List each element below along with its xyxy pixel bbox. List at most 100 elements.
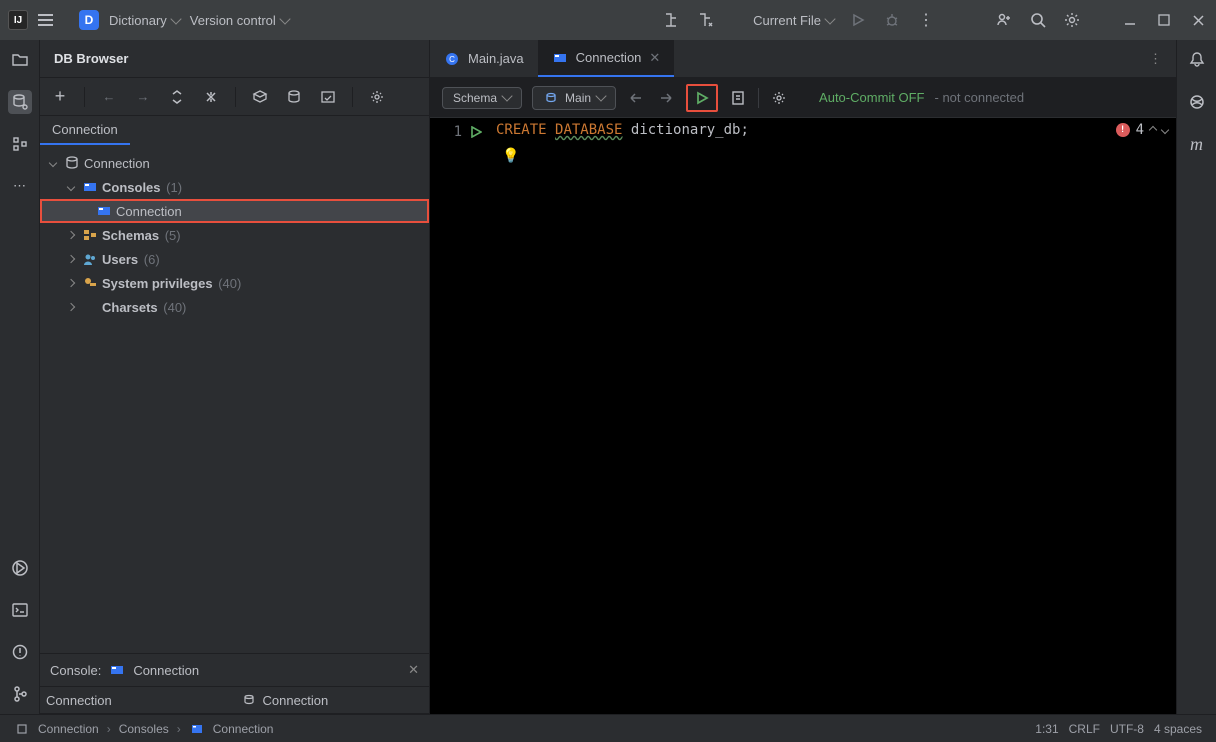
tabs-more-button[interactable]: ⋮ [1135,40,1176,77]
tree-root-label: Connection [84,156,150,171]
more-actions-button[interactable]: ⋮ [916,10,936,30]
tree-consoles-count: (1) [166,180,182,195]
explain-plan-icon[interactable] [728,88,748,108]
error-icon: ! [1116,123,1130,137]
add-button[interactable]: + [50,87,70,107]
problems-tool-icon[interactable] [8,640,32,664]
tree-sysprivs-count: (40) [218,276,241,291]
tree-charsets[interactable]: Charsets (40) [40,295,429,319]
chevron-down-icon [279,13,290,24]
tx-rollback-icon[interactable] [656,88,676,108]
run-config-label: Current File [753,13,821,28]
tree-users-count: (6) [144,252,160,267]
line-separator[interactable]: CRLF [1069,722,1100,736]
tree-users-label: Users [102,252,138,267]
minimize-window-icon[interactable] [1120,10,1140,30]
maximize-window-icon[interactable] [1154,10,1174,30]
structure-tool-icon[interactable] [8,132,32,156]
tree-schemas[interactable]: Schemas (5) [40,223,429,247]
code-with-me-icon[interactable] [994,10,1014,30]
collapse-all-button[interactable] [201,87,221,107]
db-browser-tool-icon[interactable] [8,90,32,114]
next-error-icon[interactable] [1161,126,1169,134]
data-view-icon[interactable] [284,87,304,107]
file-encoding[interactable]: UTF-8 [1110,722,1144,736]
run-config-dropdown[interactable]: Current File [753,13,834,28]
db-tab-connection[interactable]: Connection [40,116,130,145]
console-icon [189,721,205,737]
console-col2[interactable]: Connection [235,687,430,713]
cursor-position[interactable]: 1:31 [1035,722,1058,736]
tree-console-item-label: Connection [116,204,182,219]
semicolon: ; [740,122,748,138]
settings-icon[interactable] [1062,10,1082,30]
vcs-dropdown[interactable]: Version control [190,13,289,28]
line-number: 1 [454,124,462,140]
tree-charsets-label: Charsets [102,300,158,315]
services-tool-icon[interactable] [8,556,32,580]
execute-highlight [686,84,718,112]
tx-commit-icon[interactable] [626,88,646,108]
java-file-icon: C [444,51,460,67]
indent-setting[interactable]: 4 spaces [1154,722,1202,736]
panel-settings-icon[interactable] [367,87,387,107]
git-tool-icon[interactable] [8,682,32,706]
build-tool-icon[interactable] [695,10,715,30]
back-button[interactable]: ← [99,87,119,107]
db-browser-title: DB Browser [40,40,429,78]
tree-root[interactable]: Connection [40,151,429,175]
tree-users[interactable]: Users (6) [40,247,429,271]
intention-bulb-icon[interactable]: 💡 [502,148,519,164]
ai-assistant-icon[interactable] [1185,90,1209,114]
tab-main-java[interactable]: C Main.java [430,40,538,77]
tree-console-item[interactable]: Connection [40,199,429,223]
auto-commit-status[interactable]: Auto-Commit OFF [819,90,924,105]
prev-error-icon[interactable] [1149,126,1157,134]
objects-view-icon[interactable] [250,87,270,107]
console-folder-icon [82,179,98,195]
svg-text:C: C [449,55,455,64]
terminal-tool-icon[interactable] [8,598,32,622]
tree-sysprivs[interactable]: System privileges (40) [40,271,429,295]
console-col1[interactable]: Connection [40,687,235,713]
schema-selector[interactable]: Schema [442,87,522,109]
chevron-down-icon [170,13,181,24]
tab-main-label: Main.java [468,51,524,66]
project-tool-icon[interactable] [8,48,32,72]
main-menu-button[interactable] [38,14,53,26]
run-button[interactable] [848,10,868,30]
chevron-down-icon [595,90,606,101]
code-editor[interactable]: 1 CREATE DATABASE dictionary_db; 💡 ! 4 [430,118,1176,714]
search-icon[interactable] [1028,10,1048,30]
gutter-run-icon[interactable] [470,126,482,138]
ide-logo: IJ [8,10,28,30]
tree-consoles[interactable]: Consoles (1) [40,175,429,199]
close-tab-icon[interactable]: ✕ [649,50,660,66]
breadcrumb-item[interactable]: Connection [213,722,274,736]
execute-button[interactable] [692,88,712,108]
privileges-icon [82,275,98,291]
database-icon [241,692,257,708]
build-icon[interactable] [661,10,681,30]
console-icon [109,662,125,678]
sql-identifier: dictionary_db [631,122,741,138]
notifications-icon[interactable] [1185,48,1209,72]
sql-keyword: DATABASE [555,122,622,138]
close-window-icon[interactable] [1188,10,1208,30]
project-dropdown[interactable]: Dictionary [109,13,180,28]
session-icon [543,90,559,106]
toolbar-settings-icon[interactable] [769,88,789,108]
inspection-widget[interactable]: ! 4 [1116,122,1168,138]
breadcrumb-item[interactable]: Connection [38,722,99,736]
session-selector[interactable]: Main [532,86,616,110]
tab-connection[interactable]: Connection ✕ [538,40,675,77]
project-badge: D [79,10,99,30]
breadcrumb-item[interactable]: Consoles [119,722,169,736]
sql-view-icon[interactable] [318,87,338,107]
more-tools-icon[interactable]: ⋯ [8,174,32,198]
debug-button[interactable] [882,10,902,30]
forward-button[interactable]: → [133,87,153,107]
meta-icon[interactable]: m [1185,132,1209,156]
expand-collapse-button[interactable] [167,87,187,107]
close-console-button[interactable]: ✕ [408,662,419,678]
